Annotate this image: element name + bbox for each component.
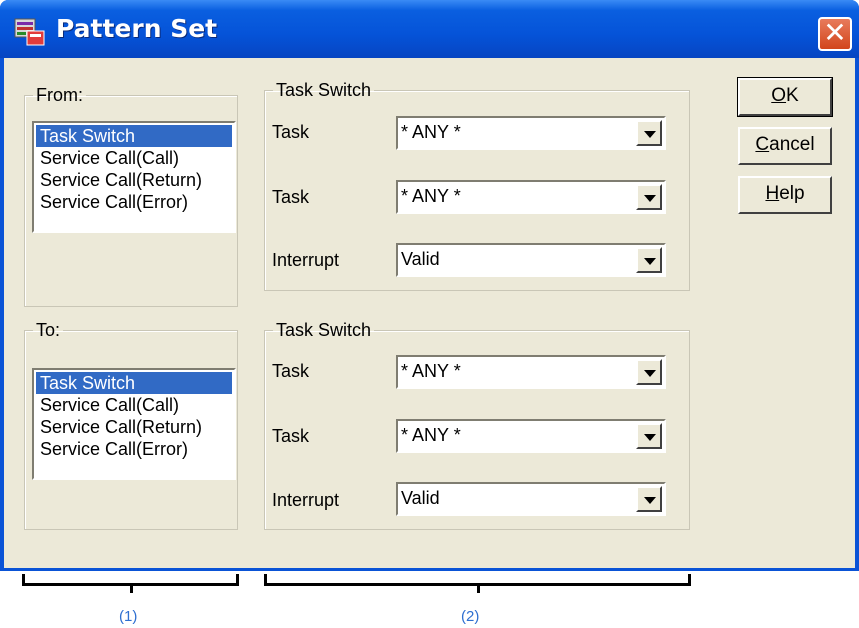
dropdown-arrow-icon[interactable] xyxy=(636,184,662,210)
list-item[interactable]: Task Switch xyxy=(36,372,232,394)
from-task-select-1[interactable]: * ANY * xyxy=(396,116,666,150)
ok-label-rest: K xyxy=(786,85,799,106)
dropdown-arrow-icon[interactable] xyxy=(636,423,662,449)
from-event-list[interactable]: Task Switch Service Call(Call) Service C… xyxy=(32,121,236,233)
dialog-client-area: From: Task Switch Service Call(Call) Ser… xyxy=(4,58,855,568)
app-icon xyxy=(14,18,45,46)
list-item[interactable]: Service Call(Return) xyxy=(36,169,232,191)
cancel-button[interactable]: Cancel xyxy=(738,127,832,165)
list-item[interactable]: Service Call(Call) xyxy=(36,394,232,416)
from-interrupt-label: Interrupt xyxy=(272,250,340,270)
combo-value: Valid xyxy=(401,249,440,269)
list-item[interactable]: Service Call(Error) xyxy=(36,438,232,460)
combo-value: * ANY * xyxy=(401,186,461,206)
close-icon: ✕ xyxy=(823,16,847,49)
list-item[interactable]: Service Call(Error) xyxy=(36,191,232,213)
ok-button[interactable]: OK xyxy=(737,77,833,117)
callout-label-2: (2) xyxy=(461,608,480,625)
cancel-accel: C xyxy=(755,134,770,155)
to-legend: To: xyxy=(36,320,61,340)
pattern-set-dialog: Pattern Set ✕ From: Task Switch Service … xyxy=(0,0,859,571)
callout-bracket-2 xyxy=(264,574,691,593)
list-item[interactable]: Service Call(Call) xyxy=(36,147,232,169)
ok-accel: O xyxy=(771,85,787,106)
to-task-label-1: Task xyxy=(272,361,310,381)
to-event-list[interactable]: Task Switch Service Call(Call) Service C… xyxy=(32,368,236,480)
combo-value: * ANY * xyxy=(401,122,461,142)
combo-value: * ANY * xyxy=(401,361,461,381)
from-detail-legend: Task Switch xyxy=(276,80,372,100)
cancel-label-rest: ancel xyxy=(769,134,815,155)
combo-value: Valid xyxy=(401,488,440,508)
dropdown-arrow-icon[interactable] xyxy=(636,247,662,273)
list-item[interactable]: Task Switch xyxy=(36,125,232,147)
callout-label-1: (1) xyxy=(119,608,138,625)
from-interrupt-select[interactable]: Valid xyxy=(396,243,666,277)
to-interrupt-label: Interrupt xyxy=(272,490,340,510)
to-task-label-2: Task xyxy=(272,426,310,446)
from-legend: From: xyxy=(36,85,83,105)
dialog-title: Pattern Set xyxy=(56,14,218,43)
close-button[interactable]: ✕ xyxy=(818,17,852,51)
callout-bracket-1 xyxy=(22,574,239,593)
dropdown-arrow-icon[interactable] xyxy=(636,359,662,385)
dropdown-arrow-icon[interactable] xyxy=(636,486,662,512)
help-button[interactable]: Help xyxy=(738,176,832,214)
title-bar[interactable]: Pattern Set ✕ xyxy=(0,0,859,58)
from-task-label-1: Task xyxy=(272,122,310,142)
to-interrupt-select[interactable]: Valid xyxy=(396,482,666,516)
list-item[interactable]: Service Call(Return) xyxy=(36,416,232,438)
help-label-rest: elp xyxy=(779,183,805,204)
from-task-label-2: Task xyxy=(272,187,310,207)
from-task-select-2[interactable]: * ANY * xyxy=(396,180,666,214)
help-accel: H xyxy=(765,183,780,204)
to-task-select-1[interactable]: * ANY * xyxy=(396,355,666,389)
dropdown-arrow-icon[interactable] xyxy=(636,120,662,146)
to-detail-legend: Task Switch xyxy=(276,320,372,340)
combo-value: * ANY * xyxy=(401,425,461,445)
to-task-select-2[interactable]: * ANY * xyxy=(396,419,666,453)
